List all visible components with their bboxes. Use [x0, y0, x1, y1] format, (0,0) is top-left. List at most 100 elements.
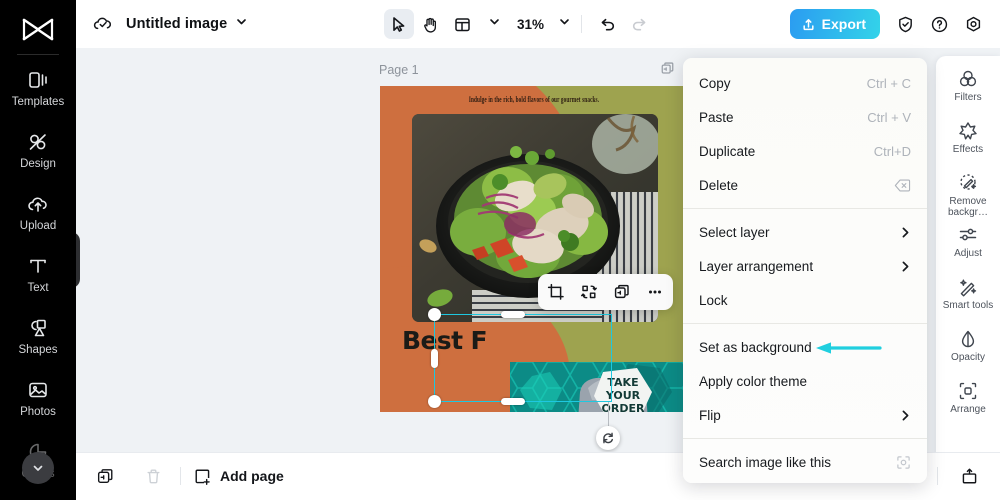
- remove-background-button[interactable]: [579, 282, 599, 302]
- panel-item-smart-tools[interactable]: Smart tools: [936, 272, 1000, 324]
- chevron-right-icon: [900, 226, 911, 239]
- menu-item-apply-color-theme[interactable]: Apply color theme: [683, 364, 927, 398]
- menu-item-paste[interactable]: Paste Ctrl + V: [683, 100, 927, 134]
- sidebar-item-templates[interactable]: Templates: [0, 57, 76, 119]
- present-button[interactable]: [954, 461, 984, 491]
- sidebar-scroll-down-button[interactable]: [22, 452, 54, 484]
- sidebar-item-text[interactable]: Text: [0, 243, 76, 305]
- shield-check-icon: [898, 16, 912, 32]
- export-label: Export: [821, 16, 866, 32]
- context-menu: Copy Ctrl + C Paste Ctrl + V Duplicate C…: [683, 58, 927, 483]
- delete-page-button[interactable]: [138, 461, 168, 491]
- selection-handle-bottom-center[interactable]: [501, 398, 525, 405]
- menu-item-search-image-like-this[interactable]: Search image like this: [683, 445, 927, 479]
- menu-item-layer-arrangement[interactable]: Layer arrangement: [683, 249, 927, 283]
- design-headline[interactable]: Best F: [402, 326, 488, 355]
- panel-item-opacity[interactable]: Opacity: [936, 324, 1000, 376]
- panel-item-adjust[interactable]: Adjust: [936, 220, 1000, 272]
- panel-item-arrange[interactable]: Arrange: [936, 376, 1000, 428]
- selection-handle-top-left[interactable]: [428, 308, 441, 321]
- menu-item-label: Search image like this: [699, 454, 832, 470]
- capcut-image-editor: Templates Design Upload Text Shapes Phot…: [0, 0, 1000, 500]
- menu-item-set-as-background[interactable]: Set as background: [683, 330, 927, 364]
- hand-tool-button[interactable]: [416, 9, 446, 39]
- crop-icon: [547, 283, 564, 300]
- select-tool-button[interactable]: [383, 9, 414, 39]
- selection-handle-top-center[interactable]: [501, 311, 525, 318]
- panel-item-label: Opacity: [951, 352, 985, 363]
- duplicate-icon: [614, 284, 629, 299]
- capcut-logo-icon[interactable]: [18, 14, 58, 46]
- selection-handle-bottom-left[interactable]: [428, 395, 441, 408]
- toolbar-divider: [581, 15, 582, 33]
- undo-icon: [601, 18, 614, 30]
- sidebar-item-label: Photos: [20, 405, 56, 418]
- page-duplicate-button[interactable]: [660, 61, 675, 81]
- sidebar-item-label: Text: [27, 281, 49, 294]
- sidebar-item-design[interactable]: Design: [0, 119, 76, 181]
- sidebar-item-label: Shapes: [18, 343, 58, 356]
- duplicate-button[interactable]: [612, 282, 632, 302]
- panel-item-label: Filters: [954, 92, 982, 103]
- sidebar-item-upload[interactable]: Upload: [0, 181, 76, 243]
- zoom-level-value[interactable]: 31%: [503, 17, 548, 32]
- page-label: Page 1: [379, 63, 419, 77]
- right-properties-panel: Filters Effects Remove backgr… Adjust Sm…: [936, 56, 1000, 464]
- upload-cloud-icon: [26, 192, 50, 216]
- opacity-drop-icon: [957, 328, 979, 350]
- sidebar-item-label: Templates: [11, 95, 65, 108]
- redo-icon: [632, 18, 645, 30]
- question-circle-icon: [931, 16, 947, 32]
- design-page[interactable]: Indulge in the rich, bold flavors of our…: [380, 86, 688, 412]
- crop-button[interactable]: [546, 282, 566, 302]
- panel-item-label: Smart tools: [942, 300, 994, 311]
- rotate-handle-stem: [608, 402, 610, 426]
- menu-item-flip[interactable]: Flip: [683, 398, 927, 432]
- trash-icon: [146, 469, 160, 483]
- undo-button[interactable]: [592, 9, 622, 39]
- sidebar-item-photos[interactable]: Photos: [0, 367, 76, 429]
- design-icon: [26, 130, 50, 154]
- layout-tool-button[interactable]: [448, 9, 478, 39]
- selected-design-element[interactable]: TAKE YOUR ORDER: [510, 362, 688, 412]
- menu-divider: [683, 323, 927, 324]
- menu-item-label: Copy: [699, 75, 731, 91]
- svg-text:TAKE: TAKE: [607, 376, 638, 389]
- duplicate-page-button[interactable]: [90, 461, 120, 491]
- menu-item-delete[interactable]: Delete: [683, 168, 927, 202]
- panel-item-effects[interactable]: Effects: [936, 116, 1000, 168]
- filters-icon: [957, 68, 979, 90]
- duplicate-page-icon: [661, 62, 674, 74]
- export-button[interactable]: Export: [789, 9, 880, 39]
- scan-image-icon: [896, 455, 911, 470]
- panel-item-filters[interactable]: Filters: [936, 64, 1000, 116]
- sidebar-item-shapes[interactable]: Shapes: [0, 305, 76, 367]
- document-title-chevron-down-icon[interactable]: [235, 15, 248, 33]
- menu-item-duplicate[interactable]: Duplicate Ctrl+D: [683, 134, 927, 168]
- menu-item-label: Flip: [699, 407, 721, 423]
- sidebar-item-label: Design: [20, 157, 56, 170]
- shield-check-button[interactable]: [890, 9, 920, 39]
- more-options-button[interactable]: [645, 282, 665, 302]
- layout-chevron-down-icon[interactable]: [488, 15, 501, 33]
- menu-item-select-layer[interactable]: Select layer: [683, 215, 927, 249]
- arrange-icon: [957, 380, 979, 402]
- selection-handle-left-middle[interactable]: [431, 349, 438, 368]
- remove-bg-icon: [580, 285, 597, 299]
- document-title[interactable]: Untitled image: [126, 16, 227, 32]
- zoom-chevron-down-icon[interactable]: [558, 15, 571, 33]
- menu-item-label: Delete: [699, 177, 739, 193]
- bottom-toolbar-separator: [180, 467, 181, 485]
- settings-button[interactable]: [958, 9, 988, 39]
- duplicate-page-icon: [97, 468, 112, 483]
- menu-item-label: Set as background: [699, 339, 812, 355]
- add-page-button[interactable]: Add page: [193, 467, 284, 486]
- help-button[interactable]: [924, 9, 954, 39]
- menu-item-label: Apply color theme: [699, 373, 808, 389]
- menu-item-lock[interactable]: Lock: [683, 283, 927, 317]
- redo-button[interactable]: [624, 9, 654, 39]
- panel-item-remove-background[interactable]: Remove backgr…: [936, 168, 1000, 220]
- menu-item-copy[interactable]: Copy Ctrl + C: [683, 66, 927, 100]
- rotate-handle[interactable]: [596, 426, 620, 450]
- effects-star-icon: [957, 120, 979, 142]
